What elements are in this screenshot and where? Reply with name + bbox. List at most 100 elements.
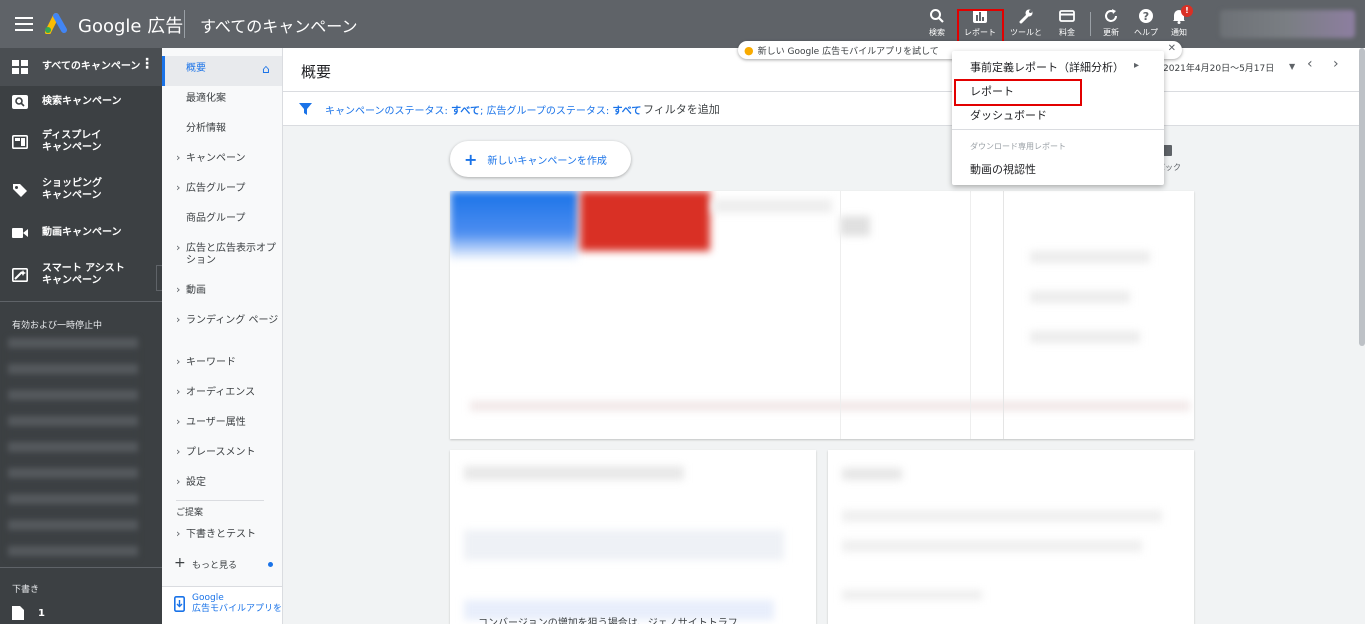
- menu-divider: [176, 500, 264, 501]
- new-campaign-button[interactable]: + 新しいキャンペーンを作成: [450, 141, 631, 177]
- filter-mid: ; 広告グループのステータス:: [479, 106, 613, 117]
- nav-display-campaigns[interactable]: ディスプレイ キャンペーン: [0, 123, 162, 161]
- search-tool-button[interactable]: 検索: [920, 8, 954, 38]
- date-next-button[interactable]: ›: [1333, 56, 1339, 72]
- text-blurred: [1030, 251, 1150, 263]
- grid-icon: [12, 60, 28, 74]
- filter-icon[interactable]: [299, 103, 312, 115]
- nav-search-campaigns-label: 検索キャンペーン: [42, 96, 122, 107]
- date-prev-button[interactable]: ‹: [1307, 56, 1313, 72]
- menu-divider: [952, 129, 1164, 130]
- menu-item-ads-extensions[interactable]: 広告と広告表示オプション: [162, 242, 282, 267]
- divider: [184, 10, 185, 38]
- search-tool-label: 検索: [929, 28, 945, 37]
- menu-item-dashboards[interactable]: ダッシュボード: [970, 107, 1047, 123]
- menu-item-keywords[interactable]: キーワード: [162, 356, 282, 369]
- mobile-app-promo-text: Google 広告モバイルアプリを: [192, 593, 283, 614]
- notifications-label: 通知: [1171, 28, 1187, 37]
- refresh-label: 更新: [1103, 28, 1119, 37]
- search-campaign-icon: [12, 95, 28, 109]
- menu-item-settings[interactable]: 設定: [162, 476, 282, 489]
- campaign-scope-title[interactable]: すべてのキャンペーン: [200, 13, 357, 37]
- insights-card: [828, 450, 1194, 624]
- menu-item-predefined-reports[interactable]: 事前定義レポート（詳細分析）: [970, 59, 1124, 75]
- filter-prefix: キャンペーンのステータス:: [325, 106, 452, 117]
- nav-divider: [0, 301, 162, 302]
- tools-label: ツールと: [1010, 28, 1042, 37]
- tooltip-text: 新しい Google 広告モバイルアプリを試して: [757, 46, 939, 57]
- draft-item[interactable]: 1: [12, 606, 45, 620]
- menu-item-campaigns[interactable]: キャンペーン: [162, 152, 282, 165]
- menu-item-product-groups[interactable]: 商品グループ: [162, 213, 282, 225]
- mobile-download-icon: [174, 596, 185, 612]
- wrench-icon: [1019, 9, 1033, 24]
- left-nav: すべてのキャンペーン ⋮ 検索キャンペーン ディスプレイ キャンペーン ショッピ…: [0, 48, 162, 624]
- help-button[interactable]: ? ヘルプ: [1129, 8, 1163, 38]
- menu-item-videos[interactable]: 動画: [162, 284, 282, 297]
- menu-item-audiences[interactable]: オーディエンス: [162, 386, 282, 399]
- performance-card: [450, 191, 1194, 439]
- reports-item-highlight-box: [954, 79, 1082, 106]
- text-blurred: [464, 466, 684, 480]
- home-icon: ⌂: [262, 62, 270, 76]
- credit-card-icon: [1059, 10, 1075, 22]
- menu-item-drafts-experiments[interactable]: 下書きとテスト: [162, 528, 282, 541]
- metric-tile-blurred: [450, 191, 578, 261]
- document-icon: [12, 606, 24, 620]
- nav-shopping-campaigns[interactable]: ショッピング キャンペーン: [0, 171, 162, 209]
- nav-shopping-campaigns-label: ショッピング キャンペーン: [42, 178, 102, 201]
- page-scrollbar[interactable]: [1359, 48, 1365, 346]
- nav-video-campaigns[interactable]: 動画キャンペーン: [0, 214, 162, 252]
- nav-all-campaigns[interactable]: すべてのキャンペーン ⋮: [0, 48, 162, 86]
- display-icon: [12, 135, 28, 149]
- video-icon: [12, 228, 28, 238]
- draft-count: 1: [38, 607, 45, 619]
- search-icon: [930, 9, 944, 23]
- download-only-section-label: ダウンロード専用レポート: [970, 142, 1066, 151]
- tools-button[interactable]: ツールと: [1008, 8, 1044, 38]
- account-avatar[interactable]: [1220, 10, 1355, 38]
- drafts-section-label: 下書き: [12, 585, 40, 595]
- menu-item-insights[interactable]: 分析情報: [162, 123, 282, 135]
- date-range[interactable]: 2021年4月20日～5月17日: [1163, 61, 1274, 74]
- nav-display-campaigns-label: ディスプレイ キャンペーン: [42, 130, 102, 153]
- menu-item-video-viewability[interactable]: 動画の視認性: [970, 161, 1036, 177]
- filter-value-adgroup: すべて: [612, 106, 642, 117]
- text-blurred: [842, 468, 902, 480]
- add-filter-button[interactable]: フィルタを追加: [643, 101, 720, 117]
- mobile-app-promo[interactable]: Google 広告モバイルアプリを: [162, 586, 282, 624]
- metric-tile-blurred: [840, 216, 870, 236]
- nav-search-campaigns[interactable]: 検索キャンペーン: [0, 83, 162, 121]
- active-paused-section-label: 有効および一時停止中: [12, 321, 103, 331]
- menu-item-landing-pages[interactable]: ランディング ページ: [162, 314, 282, 327]
- menu-item-placements[interactable]: プレースメント: [162, 446, 282, 459]
- billing-button[interactable]: 料金: [1050, 8, 1084, 38]
- metric-tile-blurred: [580, 191, 710, 251]
- close-icon[interactable]: ✕: [1168, 43, 1176, 54]
- help-label: ヘルプ: [1134, 28, 1158, 37]
- text-blurred: [1030, 291, 1130, 303]
- menu-item-ad-groups[interactable]: 広告グループ: [162, 182, 282, 195]
- nav-video-campaigns-label: 動画キャンペーン: [42, 227, 122, 238]
- menu-item-recommendations[interactable]: 最適化案: [162, 93, 282, 105]
- nav-smart-campaigns[interactable]: スマート アシスト キャンペーン: [0, 256, 162, 294]
- filter-value-campaign: すべて: [451, 106, 480, 117]
- chart-blurred: [470, 401, 1190, 411]
- refresh-button[interactable]: 更新: [1094, 8, 1128, 38]
- reports-dropdown-menu: 事前定義レポート（詳細分析） ▸ レポート ダッシュボード ダウンロード専用レポ…: [952, 51, 1164, 185]
- more-vert-icon[interactable]: ⋮: [140, 57, 154, 71]
- date-dropdown-icon[interactable]: ▼: [1289, 62, 1295, 71]
- refresh-icon: [1105, 9, 1117, 22]
- svg-text:?: ?: [1143, 10, 1149, 23]
- app-brand[interactable]: Google 広告: [78, 12, 183, 38]
- filter-status[interactable]: キャンペーンのステータス: すべて; 広告グループのステータス: すべて: [325, 102, 641, 117]
- divider: [840, 191, 841, 439]
- text-blurred: [842, 590, 982, 600]
- text-blurred: [842, 540, 1142, 552]
- text-blurred: [1030, 331, 1140, 343]
- menu-item-demographics[interactable]: ユーザー属性: [162, 416, 282, 429]
- more-button[interactable]: もっと見る: [162, 560, 282, 572]
- main-content: 概要 2021年4月20日～5月17日 ▼ ‹ › キャンペーンのステータス: …: [283, 48, 1365, 624]
- feedback-icon[interactable]: [1163, 145, 1172, 156]
- hamburger-menu-icon[interactable]: [14, 14, 34, 34]
